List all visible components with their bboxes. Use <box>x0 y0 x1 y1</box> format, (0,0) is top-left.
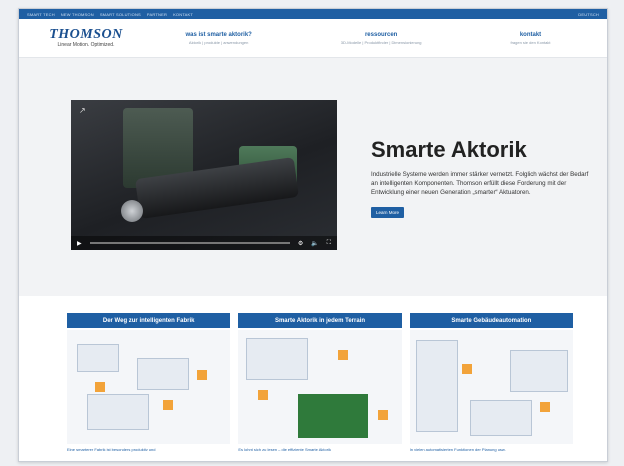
learn-more-button[interactable]: Learn More <box>371 207 405 218</box>
hero-text-block: Smarte Aktorik Industrielle Systeme werd… <box>371 138 591 219</box>
card-title[interactable]: Smarte Aktorik in jedem Terrain <box>238 313 402 328</box>
illustration-shape <box>258 390 269 400</box>
illustration-shape <box>415 340 458 432</box>
illustration-shape <box>469 400 532 436</box>
video-progress-bar[interactable] <box>89 242 290 244</box>
top-link-2[interactable]: new thomson <box>61 12 94 17</box>
illustration-shape <box>509 350 568 392</box>
video-controls: ▶ ⚙ 🔈 ⛶ <box>71 236 337 250</box>
illustration-shape <box>298 394 369 438</box>
illustration-shape <box>163 400 173 410</box>
feature-cards: Der Weg zur intelligenten Fabrik Eine sm… <box>67 313 573 452</box>
illustration-shape <box>461 364 472 374</box>
nav-title: kontakt <box>519 31 542 38</box>
main-nav: was ist smarte aktorik? Aktorik | produk… <box>141 32 595 45</box>
card-title[interactable]: Smarte Gebäudeautomation <box>409 313 573 328</box>
terrain-illustration[interactable] <box>238 330 402 444</box>
settings-icon[interactable]: ⚙ <box>298 240 303 247</box>
card-title[interactable]: Der Weg zur intelligenten Fabrik <box>67 313 231 328</box>
nav-item-smarte-aktorik[interactable]: was ist smarte aktorik? Aktorik | produk… <box>185 32 251 45</box>
hero-section: ↗ ▶ ⚙ 🔈 ⛶ Smarte Aktorik Industrielle Sy… <box>19 58 607 296</box>
factory-illustration[interactable] <box>67 330 231 444</box>
illustration-shape <box>197 370 207 380</box>
nav-item-kontakt[interactable]: kontakt fragen sie den Kontakt <box>510 32 550 45</box>
product-video-player[interactable]: ↗ ▶ ⚙ 🔈 ⛶ <box>71 100 337 250</box>
actuator-image-part <box>121 200 143 222</box>
feature-card-terrain[interactable]: Smarte Aktorik in jedem Terrain Es lohnt… <box>238 313 402 452</box>
logo-tagline: Linear Motion. Optimized. <box>57 41 115 48</box>
site-header: THOMSON Linear Motion. Optimized. was is… <box>19 19 607 58</box>
illustration-shape <box>77 344 119 372</box>
nav-title: ressourcen <box>364 31 398 38</box>
illustration-shape <box>95 382 105 392</box>
volume-icon[interactable]: 🔈 <box>311 240 318 247</box>
language-selector[interactable]: deutsch <box>578 12 599 17</box>
card-caption: Eine smarterer Fabrik ist besonders prod… <box>67 447 156 452</box>
card-caption: Es lohnt sich zu lesen – die effiziente … <box>238 447 331 452</box>
top-link-4[interactable]: partner <box>147 12 167 17</box>
illustration-shape <box>338 350 349 360</box>
nav-subtitle: Aktorik | produkte | anwendungen <box>188 39 249 45</box>
building-illustration[interactable] <box>409 330 573 444</box>
top-link-1[interactable]: smart tech <box>27 12 55 17</box>
illustration-shape <box>246 338 309 380</box>
card-caption: In vielen automatisierten Funktionen der… <box>409 447 506 452</box>
hero-body: Industrielle Systeme werden immer stärke… <box>371 171 589 196</box>
fullscreen-icon[interactable]: ⛶ <box>327 240 331 247</box>
top-links: smart tech new thomson smart solutions p… <box>27 12 193 17</box>
play-icon[interactable]: ▶ <box>77 240 82 247</box>
illustration-shape <box>378 410 389 420</box>
top-utility-bar: smart tech new thomson smart solutions p… <box>19 9 607 19</box>
share-icon[interactable]: ↗ <box>79 106 86 115</box>
illustration-shape <box>87 394 149 430</box>
nav-subtitle: 3D-Modelle | Produktfinder | Dimensionie… <box>340 39 422 45</box>
top-link-3[interactable]: smart solutions <box>100 12 141 17</box>
browser-frame: smart tech new thomson smart solutions p… <box>18 8 608 462</box>
thomson-logo[interactable]: THOMSON Linear Motion. Optimized. <box>31 26 141 49</box>
nav-subtitle: fragen sie den Kontakt <box>510 39 551 45</box>
logo-brand: THOMSON <box>49 26 123 42</box>
feature-card-fabrik[interactable]: Der Weg zur intelligenten Fabrik Eine sm… <box>67 313 231 452</box>
feature-card-gebaeude[interactable]: Smarte Gebäudeautomation In vielen autom… <box>409 313 573 452</box>
illustration-shape <box>137 358 189 390</box>
illustration-shape <box>539 402 550 412</box>
nav-title: was ist smarte aktorik? <box>185 31 252 38</box>
top-link-5[interactable]: kontakt <box>173 12 193 17</box>
hero-title: Smarte Aktorik <box>371 137 527 162</box>
nav-item-ressourcen[interactable]: ressourcen 3D-Modelle | Produktfinder | … <box>341 32 422 45</box>
